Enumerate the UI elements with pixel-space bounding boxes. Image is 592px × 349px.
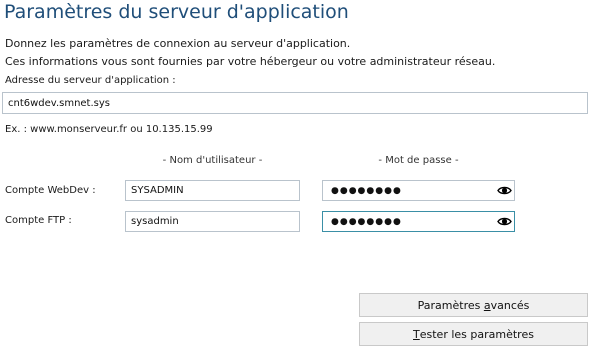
advanced-settings-label-start: Paramètres	[417, 298, 484, 312]
intro-line-1: Donnez les paramètres de connexion au se…	[5, 37, 351, 50]
page-title: Paramètres du serveur d'application	[4, 1, 349, 23]
username-column-header: - Nom d'utilisateur -	[162, 155, 263, 166]
ftp-account-label: Compte FTP :	[5, 215, 72, 226]
test-settings-button[interactable]: Tester les paramètres	[359, 322, 588, 346]
ftp-username-input[interactable]	[125, 211, 300, 232]
server-address-input[interactable]	[2, 92, 588, 114]
advanced-settings-button[interactable]: Paramètres a vancés	[359, 293, 588, 317]
webdev-username-input[interactable]	[125, 180, 300, 201]
server-address-label: Adresse du serveur d'application :	[5, 75, 176, 86]
advanced-settings-label-end: vancés	[490, 298, 530, 312]
test-settings-mnemonic: T	[413, 327, 420, 341]
webdev-password-input[interactable]: ●●●●●●●●	[322, 180, 515, 201]
password-column-header: - Mot de passe -	[378, 155, 459, 166]
eye-icon[interactable]	[495, 181, 514, 200]
server-example-text: Ex. : www.monserveur.fr ou 10.135.15.99	[5, 124, 213, 135]
ftp-password-mask: ●●●●●●●●	[331, 216, 402, 227]
test-settings-label-end: ester les paramètres	[419, 327, 534, 341]
eye-icon[interactable]	[495, 212, 514, 231]
intro-line-2: Ces informations vous sont fournies par …	[5, 55, 496, 68]
webdev-password-mask: ●●●●●●●●	[331, 185, 402, 196]
ftp-password-input[interactable]: ●●●●●●●●	[322, 211, 515, 232]
webdev-account-label: Compte WebDev :	[5, 185, 96, 196]
advanced-settings-mnemonic: a	[483, 298, 491, 312]
